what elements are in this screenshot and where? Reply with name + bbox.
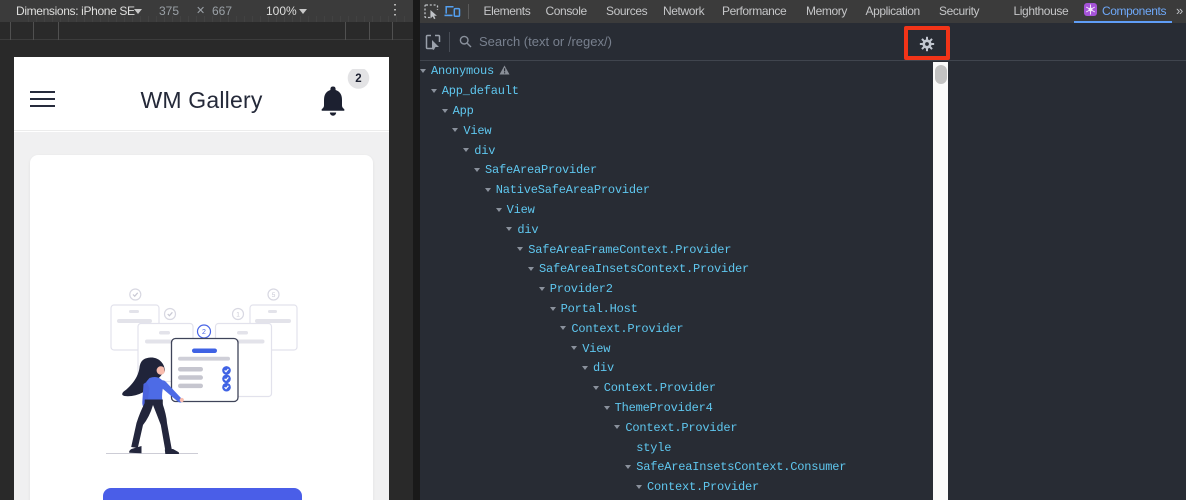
svg-text:2: 2 (355, 73, 361, 85)
svg-text:1: 1 (236, 312, 240, 319)
svg-text:2: 2 (202, 329, 206, 336)
svg-text:5: 5 (272, 292, 276, 299)
